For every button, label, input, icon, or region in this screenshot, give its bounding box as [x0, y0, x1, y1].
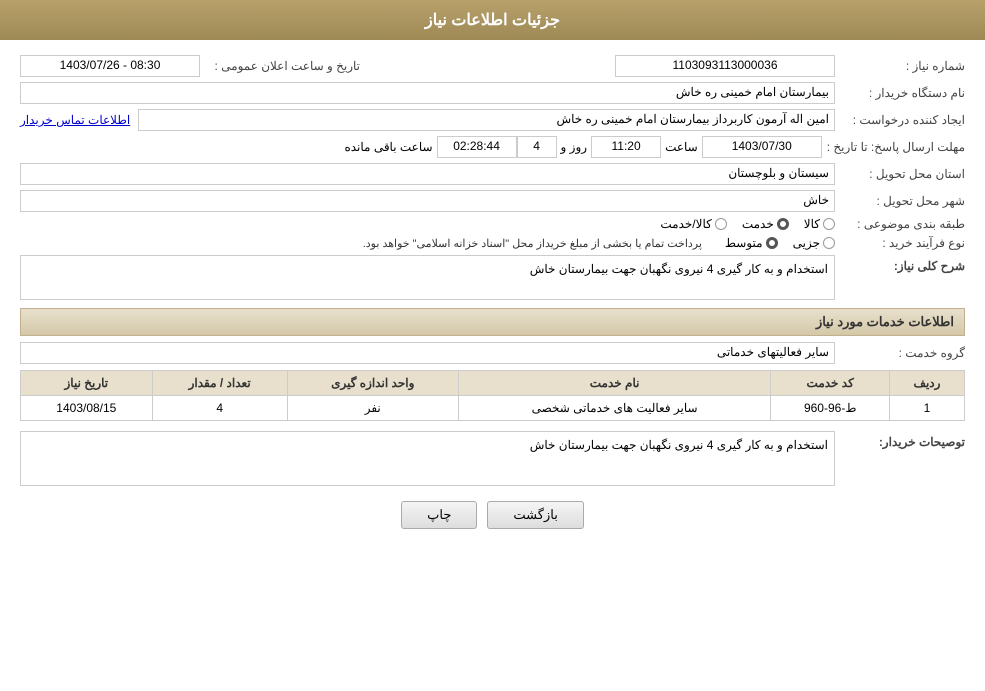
page-wrapper: جزئیات اطلاعات نیاز شماره نیاز : 1103093… — [0, 0, 985, 691]
label-roz: روز و — [561, 140, 588, 154]
radio-circle-jazii — [823, 237, 835, 249]
col-kodKhadamat: کد خدمت — [771, 371, 890, 396]
row-grohKhadamat: گروه خدمت : سایر فعالیتهای خدماتی — [20, 342, 965, 364]
radio-circle-kala — [823, 218, 835, 230]
link-ettelaatTamas[interactable]: اطلاعات تماس خریدار — [20, 113, 130, 127]
label-khadamat: خدمت — [742, 217, 774, 231]
col-tarikh: تاریخ نیاز — [21, 371, 153, 396]
row-sharhKolli: شرح کلی نیاز: استخدام و به کار گیری 4 نی… — [20, 255, 965, 300]
value-tarikh: 1403/07/26 - 08:30 — [20, 55, 200, 77]
radio-noeFarayand: جزیی متوسط پرداخت تمام یا بخشی از مبلغ خ… — [20, 236, 835, 250]
radio-circle-mottavasset — [766, 237, 778, 249]
value-sharhKolli: استخدام و به کار گیری 4 نیروی نگهبان جهت… — [20, 255, 835, 300]
radio-circle-kalaKhadamat — [715, 218, 727, 230]
col-vahed: واحد اندازه گیری — [287, 371, 458, 396]
radio-kalaKhadamat: کالا/خدمت — [660, 217, 726, 231]
value-mohlatErsalRoz: 4 — [517, 136, 557, 158]
radio-circle-khadamat — [777, 218, 789, 230]
radio-mottavasset: متوسط — [725, 236, 778, 250]
row-namDastgah: نام دستگاه خریدار : بیمارستان امام خمینی… — [20, 82, 965, 104]
label-kala: کالا — [804, 217, 820, 231]
section-title-khadamat: اطلاعات خدمات مورد نیاز — [20, 308, 965, 336]
label-saat: ساعت — [665, 140, 698, 154]
btn-bazgasht[interactable]: بازگشت — [487, 501, 583, 529]
row-tosifat: توصیحات خریدار: استخدام و به کار گیری 4 … — [20, 431, 965, 486]
label-jazii: جزیی — [793, 236, 820, 250]
row-ijadKonnande: ایجاد کننده درخواست : امین اله آرمون کار… — [20, 109, 965, 131]
cell-tarikh: 1403/08/15 — [21, 396, 153, 421]
label-noeFarayand: نوع فرآیند خرید : — [835, 236, 965, 250]
label-tarikh: تاریخ و ساعت اعلان عمومی : — [200, 59, 360, 73]
radio-kala: کالا — [804, 217, 835, 231]
row-noeFarayand: نوع فرآیند خرید : جزیی متوسط پرداخت تمام… — [20, 236, 965, 250]
value-shahr: خاش — [20, 190, 835, 212]
value-ostan: سیستان و بلوچستان — [20, 163, 835, 185]
value-mohlatErsalSaatMande: 02:28:44 — [437, 136, 517, 158]
radio-jazii: جزیی — [793, 236, 835, 250]
row-shahr: شهر محل تحویل : خاش — [20, 190, 965, 212]
row-tabaqeBandi: طبقه بندی موضوعی : کالا خدمت کالا/خدمت — [20, 217, 965, 231]
col-tedad: تعداد / مقدار — [152, 371, 287, 396]
btn-chap[interactable]: چاپ — [401, 501, 477, 529]
table-row: 1 ط-96-960 سایر فعالیت های خدماتی شخصی ن… — [21, 396, 965, 421]
services-table: ردیف کد خدمت نام خدمت واحد اندازه گیری ت… — [20, 370, 965, 421]
label-tabaqeBandi: طبقه بندی موضوعی : — [835, 217, 965, 231]
label-ijadKonnande: ایجاد کننده درخواست : — [835, 113, 965, 127]
label-shomareNiaz: شماره نیاز : — [835, 59, 965, 73]
row-mohlatErsal: مهلت ارسال پاسخ: تا تاریخ : 1403/07/30 س… — [20, 136, 965, 158]
radio-tabaqeBandi: کالا خدمت کالا/خدمت — [660, 217, 835, 231]
label-tosifat: توصیحات خریدار: — [835, 431, 965, 449]
col-radif: ردیف — [890, 371, 965, 396]
row-ostan: استان محل تحویل : سیستان و بلوچستان — [20, 163, 965, 185]
label-namDastgah: نام دستگاه خریدار : — [835, 86, 965, 100]
radio-khadamat: خدمت — [742, 217, 789, 231]
label-ostan: استان محل تحویل : — [835, 167, 965, 181]
label-saatMande: ساعت باقی مانده — [344, 140, 432, 154]
value-namDastgah: بیمارستان امام خمینی ره خاش — [20, 82, 835, 104]
cell-kodKhadamat: ط-96-960 — [771, 396, 890, 421]
label-grohKhadamat: گروه خدمت : — [835, 346, 965, 360]
label-shahr: شهر محل تحویل : — [835, 194, 965, 208]
row-shomareNiaz: شماره نیاز : 1103093113000036 تاریخ و سا… — [20, 55, 965, 77]
cell-vahed: نفر — [287, 396, 458, 421]
value-tosifat: استخدام و به کار گیری 4 نیروی نگهبان جهت… — [20, 431, 835, 486]
cell-tedad: 4 — [152, 396, 287, 421]
cell-radif: 1 — [890, 396, 965, 421]
col-namKhadamat: نام خدمت — [458, 371, 771, 396]
page-header: جزئیات اطلاعات نیاز — [0, 0, 985, 40]
header-title: جزئیات اطلاعات نیاز — [425, 12, 560, 29]
value-mohlatErsalDate: 1403/07/30 — [702, 136, 822, 158]
content-area: شماره نیاز : 1103093113000036 تاریخ و سا… — [0, 40, 985, 559]
label-mohlatErsal: مهلت ارسال پاسخ: تا تاریخ : — [822, 140, 965, 154]
value-grohKhadamat: سایر فعالیتهای خدماتی — [20, 342, 835, 364]
cell-namKhadamat: سایر فعالیت های خدماتی شخصی — [458, 396, 771, 421]
value-ijadKonnande: امین اله آرمون کاربرداز بیمارستان امام خ… — [138, 109, 835, 131]
value-shomareNiaz: 1103093113000036 — [615, 55, 835, 77]
label-mottavasset: متوسط — [725, 236, 763, 250]
value-mohlatErsalSaat: 11:20 — [591, 136, 661, 158]
note-noeFarayand: پرداخت تمام یا بخشی از مبلغ خریداز محل "… — [363, 237, 702, 250]
label-kalaKhadamat: کالا/خدمت — [660, 217, 711, 231]
label-sharhKolli: شرح کلی نیاز: — [835, 255, 965, 273]
button-row: بازگشت چاپ — [20, 501, 965, 544]
